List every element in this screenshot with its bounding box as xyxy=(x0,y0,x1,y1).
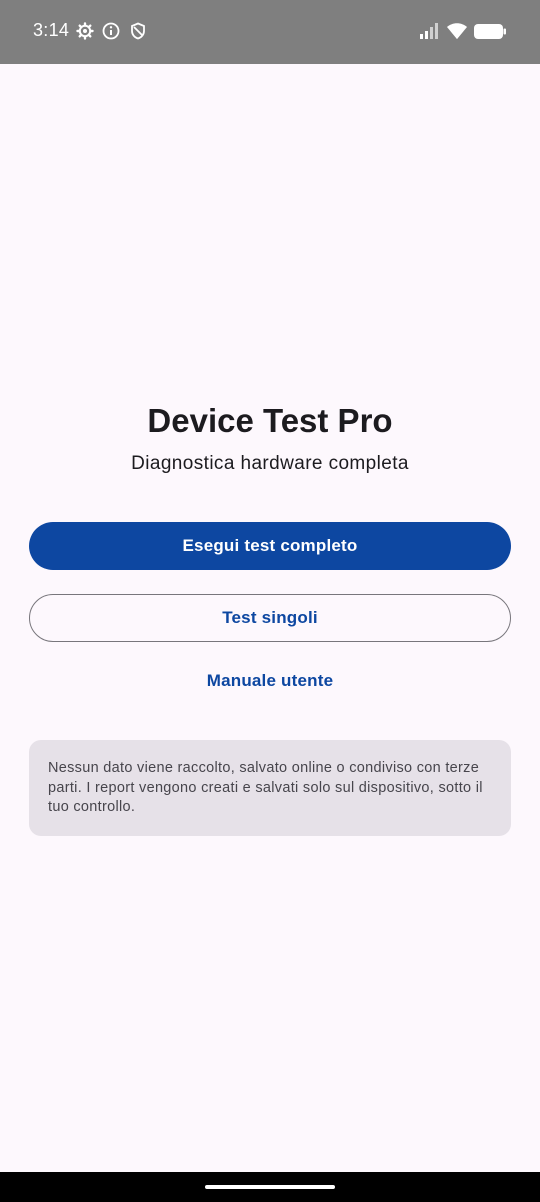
app-title: Device Test Pro xyxy=(147,402,393,439)
user-manual-button[interactable]: Manuale utente xyxy=(170,667,370,695)
settings-icon xyxy=(76,22,94,40)
privacy-note-text: Nessun dato viene raccolto, salvato onli… xyxy=(48,760,483,815)
battery-icon xyxy=(473,23,507,46)
navigation-bar xyxy=(0,1172,540,1202)
status-time: 3:14 xyxy=(33,20,70,40)
single-tests-button[interactable]: Test singoli xyxy=(29,594,511,642)
privacy-note-card: Nessun dato viene raccolto, salvato onli… xyxy=(29,740,511,836)
main-content: Device Test Pro Diagnostica hardware com… xyxy=(0,64,540,1172)
shield-icon xyxy=(129,22,147,40)
info-icon xyxy=(102,22,120,40)
signal-icon xyxy=(419,22,441,45)
status-bar: 3:14 xyxy=(0,0,540,64)
home-gesture-handle[interactable] xyxy=(205,1185,335,1189)
full-test-button[interactable]: Esegui test completo xyxy=(29,522,511,570)
app-subtitle: Diagnostica hardware completa xyxy=(131,453,409,474)
wifi-icon xyxy=(446,22,468,45)
